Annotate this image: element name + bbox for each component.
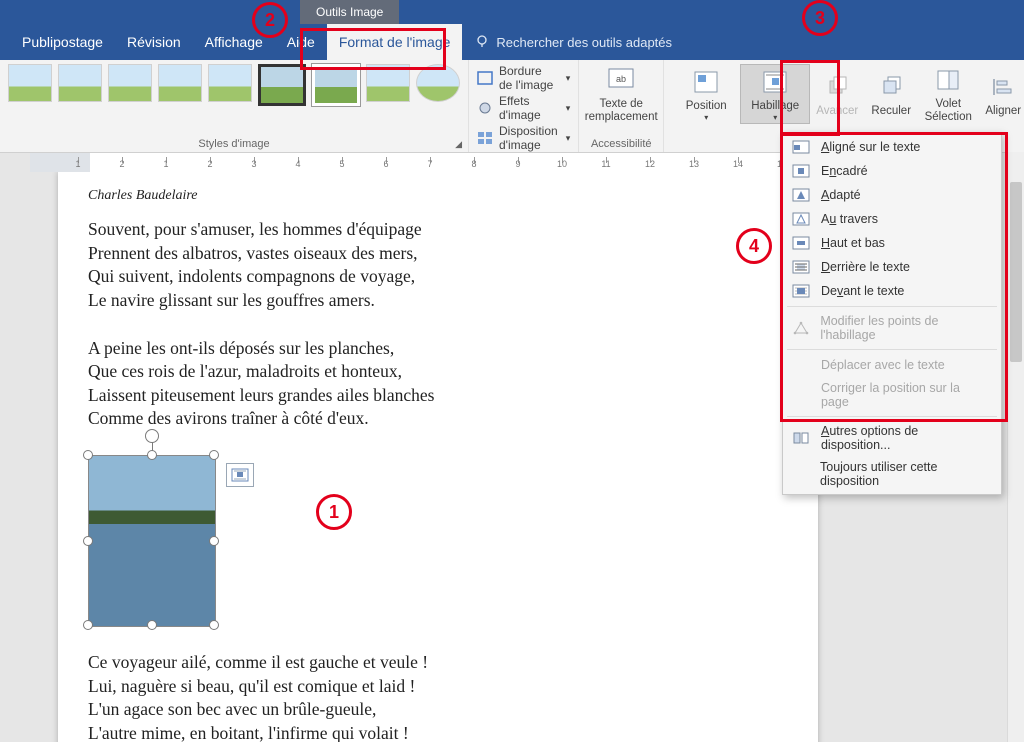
border-icon xyxy=(477,70,493,86)
lightbulb-icon xyxy=(474,34,490,50)
selection-pane-button[interactable]: Volet Sélection xyxy=(918,64,978,124)
picture-layout-button[interactable]: Disposition d'image▾ xyxy=(477,124,570,152)
tell-me-label: Rechercher des outils adaptés xyxy=(496,35,672,50)
wrap-tight-icon xyxy=(791,187,811,203)
svg-text:ab: ab xyxy=(616,74,626,84)
author-line: Charles Baudelaire xyxy=(88,188,788,204)
menu-square[interactable]: Encadré xyxy=(783,159,1001,183)
send-backward-button[interactable]: Reculer xyxy=(864,64,918,124)
align-icon xyxy=(987,71,1019,103)
menu-through[interactable]: Au travers xyxy=(783,207,1001,231)
bring-forward-button[interactable]: Avancer xyxy=(810,64,864,124)
scrollbar-thumb[interactable] xyxy=(1010,182,1022,362)
tab-format-image[interactable]: Format de l'image xyxy=(327,24,463,60)
edit-points-icon xyxy=(791,320,810,336)
tab-revision[interactable]: Révision xyxy=(115,24,193,60)
align-button[interactable]: Aligner xyxy=(978,64,1024,124)
wrap-square-icon xyxy=(791,163,811,179)
picture-style-8[interactable] xyxy=(366,64,410,102)
picture-style-6[interactable] xyxy=(258,64,306,106)
resize-handle-br[interactable] xyxy=(209,620,219,630)
dialog-launcher-icon[interactable]: ◢ xyxy=(455,139,462,150)
picture-border-button[interactable]: Bordure de l'image▾ xyxy=(477,64,570,92)
wrap-behind-icon xyxy=(791,259,811,275)
stanza-1: Souvent, pour s'amuser, les hommes d'équ… xyxy=(88,218,788,313)
picture-style-1[interactable] xyxy=(8,64,52,102)
picture-style-4[interactable] xyxy=(158,64,202,102)
menu-tight[interactable]: Adapté xyxy=(783,183,1001,207)
resize-handle-tr[interactable] xyxy=(209,450,219,460)
layout-options-button[interactable] xyxy=(226,463,254,487)
wrap-text-menu: AAligné sur le texteligné sur le texte E… xyxy=(782,132,1002,495)
stanza-2: A peine les ont-ils déposés sur les plan… xyxy=(88,337,788,432)
tab-publipostage[interactable]: Publipostage xyxy=(10,24,115,60)
menu-more-layout-options[interactable]: Autres options de disposition... xyxy=(783,420,1001,456)
wrap-front-icon xyxy=(791,283,811,299)
effects-icon xyxy=(477,100,493,116)
contextual-tab-image-tools[interactable]: Outils Image xyxy=(300,0,399,24)
tell-me-search[interactable]: Rechercher des outils adaptés xyxy=(474,34,672,50)
picture-style-9[interactable] xyxy=(416,64,460,102)
resize-handle-b[interactable] xyxy=(147,620,157,630)
menu-front[interactable]: Devant le texte xyxy=(783,279,1001,303)
stanza-3: Ce voyageur ailé, comme il est gauche et… xyxy=(88,651,788,742)
forward-icon xyxy=(821,71,853,103)
wrap-topbottom-icon xyxy=(791,235,811,251)
layout-icon xyxy=(477,130,493,146)
picture-style-3[interactable] xyxy=(108,64,152,102)
more-options-icon xyxy=(791,430,811,446)
picture-style-5[interactable] xyxy=(208,64,252,102)
image-content xyxy=(88,455,216,627)
resize-handle-l[interactable] xyxy=(83,536,93,546)
tab-affichage[interactable]: Affichage xyxy=(193,24,275,60)
inserted-image[interactable] xyxy=(88,455,214,625)
menu-topbottom[interactable]: Haut et bas xyxy=(783,231,1001,255)
wrap-icon xyxy=(759,66,791,98)
ribbon-tabs: Publipostage Révision Affichage Aide For… xyxy=(0,24,1024,60)
group-picture-format: Bordure de l'image▾ Effets d'image▾ Disp… xyxy=(469,60,579,152)
group-picture-styles: Styles d'image◢ xyxy=(0,60,469,152)
rotate-handle[interactable] xyxy=(145,429,159,443)
vertical-scrollbar[interactable] xyxy=(1007,152,1024,742)
picture-style-7[interactable] xyxy=(312,64,360,106)
alt-text-icon: ab xyxy=(605,64,637,96)
backward-icon xyxy=(875,71,907,103)
menu-set-default[interactable]: Toujours utiliser cette disposition xyxy=(783,456,1001,492)
selection-pane-icon xyxy=(932,64,964,96)
page[interactable]: Charles Baudelaire Souvent, pour s'amuse… xyxy=(58,172,818,742)
menu-move-with-text: Déplacer avec le texte xyxy=(783,353,1001,377)
position-icon xyxy=(690,66,722,98)
tab-aide[interactable]: Aide xyxy=(275,24,327,60)
resize-handle-tl[interactable] xyxy=(83,450,93,460)
position-button[interactable]: Position▾ xyxy=(672,64,740,124)
picture-effects-button[interactable]: Effets d'image▾ xyxy=(477,94,570,122)
picture-style-2[interactable] xyxy=(58,64,102,102)
group-label-styles: Styles d'image◢ xyxy=(8,138,460,150)
menu-behind[interactable]: Derrière le texte xyxy=(783,255,1001,279)
layout-options-icon xyxy=(231,468,249,482)
wrap-through-icon xyxy=(791,211,811,227)
menu-edit-wrap-points: Modifier les points de l'habillage xyxy=(783,310,1001,346)
resize-handle-t[interactable] xyxy=(147,450,157,460)
resize-handle-r[interactable] xyxy=(209,536,219,546)
title-bar: ord Outils Image xyxy=(0,0,1024,24)
group-accessibility: ab Texte de remplacement Accessibilité xyxy=(579,60,664,152)
menu-fix-position: Corriger la position sur la page xyxy=(783,377,1001,413)
wrap-text-button[interactable]: Habillage▾ xyxy=(740,64,810,124)
wrap-inline-icon xyxy=(791,139,811,155)
resize-handle-bl[interactable] xyxy=(83,620,93,630)
menu-inline[interactable]: AAligné sur le texteligné sur le texte xyxy=(783,135,1001,159)
alt-text-button[interactable]: ab Texte de remplacement xyxy=(587,64,655,124)
group-label-accessibility: Accessibilité xyxy=(587,138,655,150)
